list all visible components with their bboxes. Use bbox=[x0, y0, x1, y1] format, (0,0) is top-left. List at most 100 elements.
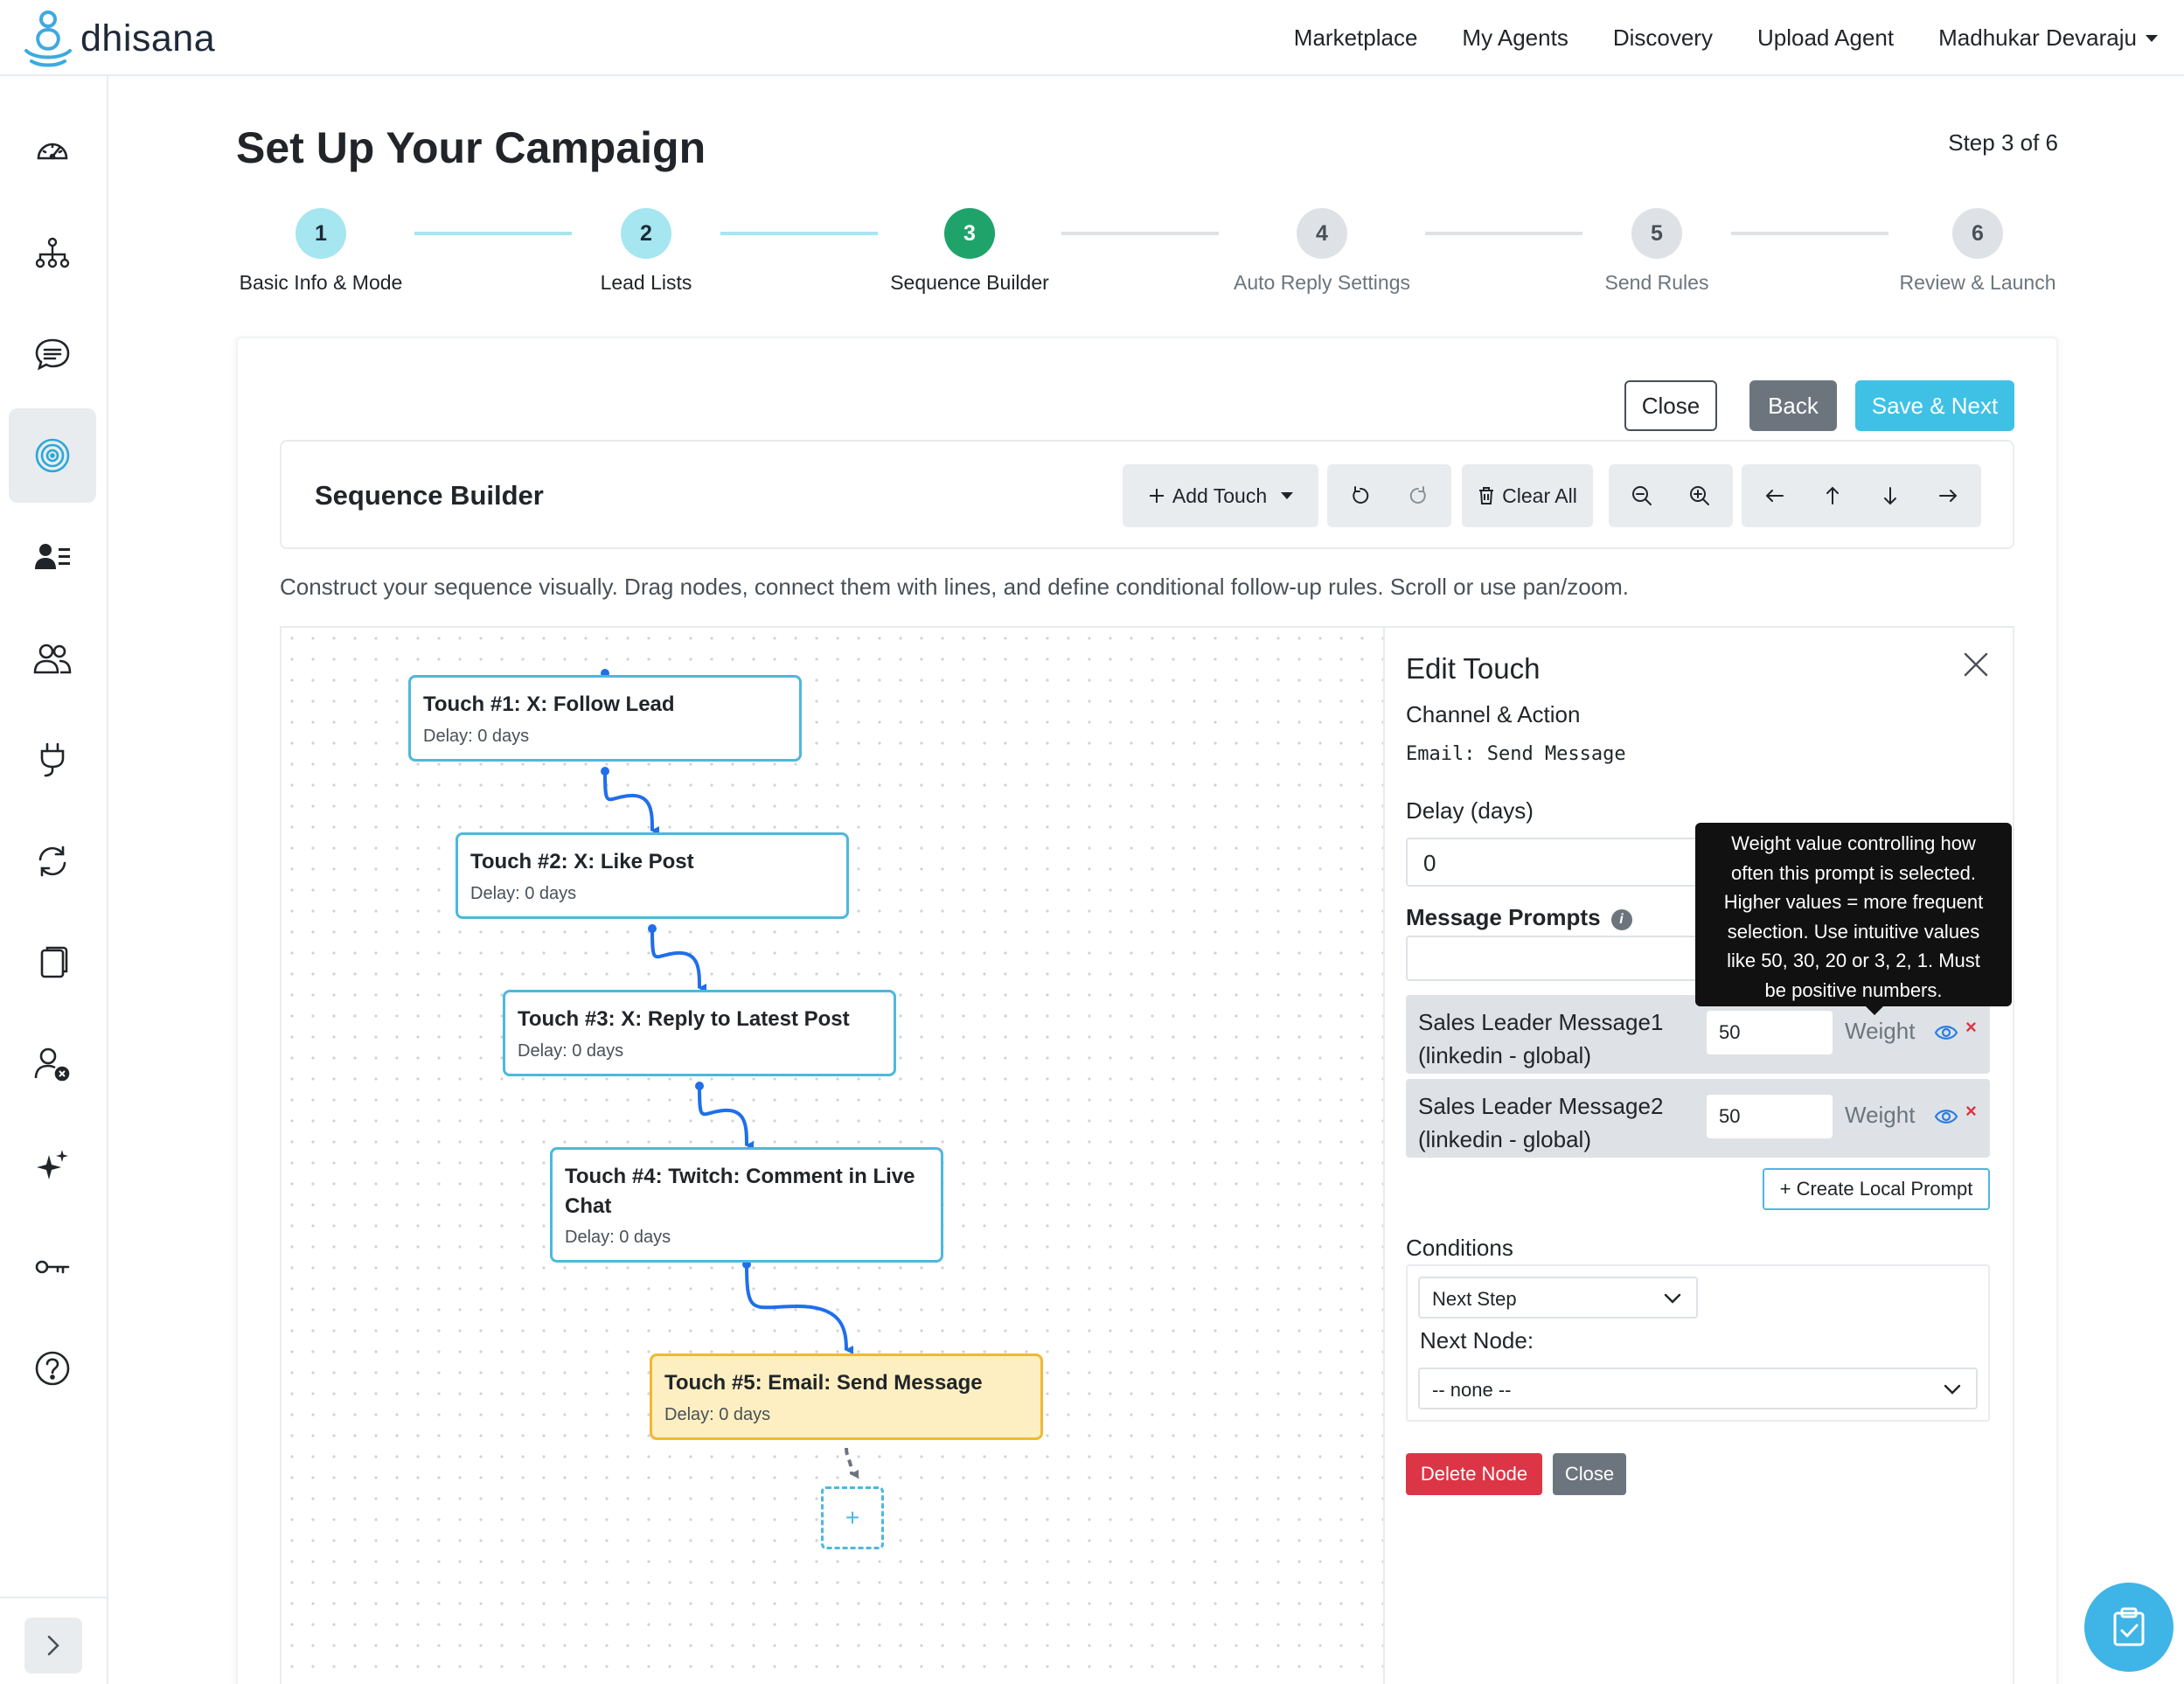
sequence-node-5[interactable]: Touch #5: Email: Send Message Delay: 0 d… bbox=[650, 1353, 1043, 1440]
remove-prompt-icon[interactable]: × bbox=[1965, 1016, 1977, 1039]
sidebar-item-messages[interactable] bbox=[9, 307, 96, 401]
eye-icon[interactable] bbox=[1934, 1023, 1958, 1042]
step-lead-lists[interactable]: 2 Lead Lists bbox=[581, 208, 712, 295]
sidebar-item-hierarchy[interactable] bbox=[9, 205, 96, 300]
step-label: Sequence Builder bbox=[890, 271, 1049, 294]
edge-2-3 bbox=[650, 928, 707, 992]
delete-node-button[interactable]: Delete Node bbox=[1406, 1453, 1542, 1495]
edge-4-5 bbox=[745, 1263, 854, 1354]
prompt-scope-line: (linkedin - global) bbox=[1418, 1126, 1591, 1152]
close-panel-button[interactable]: Close bbox=[1553, 1453, 1626, 1495]
step-connector bbox=[1731, 232, 1888, 235]
add-touch-button[interactable]: Add Touch bbox=[1123, 464, 1318, 527]
step-number: 1 bbox=[296, 208, 346, 259]
add-touch-label: Add Touch bbox=[1172, 484, 1268, 507]
caret-down-icon bbox=[2146, 34, 2158, 42]
plug-icon bbox=[40, 742, 65, 777]
sidebar-item-contacts[interactable] bbox=[9, 611, 96, 706]
arrow-right-icon bbox=[1939, 490, 1958, 502]
step-label: Send Rules bbox=[1604, 271, 1709, 294]
sidebar-item-api-keys[interactable] bbox=[9, 1220, 96, 1314]
step-connector bbox=[414, 232, 572, 235]
add-node-button[interactable]: + bbox=[821, 1486, 884, 1549]
back-button[interactable]: Back bbox=[1749, 380, 1837, 431]
sequence-builder-title: Sequence Builder bbox=[315, 480, 544, 511]
message-prompts-label: Message Prompts bbox=[1406, 904, 1601, 930]
sidebar-item-templates[interactable] bbox=[9, 915, 96, 1010]
chevron-down-icon bbox=[1944, 1384, 1961, 1395]
weight-tooltip: Weight value controlling how often this … bbox=[1695, 823, 2012, 1006]
caret-down-icon bbox=[1281, 492, 1294, 499]
undo-button[interactable] bbox=[1332, 464, 1389, 527]
node-title: Touch #4: Twitch: Comment in Live Chat bbox=[565, 1165, 915, 1218]
prompt-weight-input[interactable]: 50 bbox=[1707, 1011, 1833, 1054]
sidebar-item-blocklist[interactable] bbox=[9, 1017, 96, 1111]
sync-icon bbox=[38, 845, 66, 877]
sequence-node-4[interactable]: Touch #4: Twitch: Comment in Live Chat D… bbox=[550, 1147, 943, 1263]
step-review-launch[interactable]: 6 Review & Launch bbox=[1897, 208, 2058, 295]
clipboard-fab-button[interactable] bbox=[2084, 1583, 2174, 1672]
sequence-node-3[interactable]: Touch #3: X: Reply to Latest Post Delay:… bbox=[503, 990, 896, 1076]
channel-action-value: Email: Send Message bbox=[1406, 743, 1626, 765]
eye-icon[interactable] bbox=[1934, 1107, 1958, 1126]
step-auto-reply[interactable]: 4 Auto Reply Settings bbox=[1228, 208, 1416, 295]
nav-link-upload-agent[interactable]: Upload Agent bbox=[1757, 24, 1894, 52]
step-send-rules[interactable]: 5 Send Rules bbox=[1591, 208, 1722, 295]
create-local-prompt-button[interactable]: + Create Local Prompt bbox=[1763, 1168, 1990, 1210]
nav-link-discovery[interactable]: Discovery bbox=[1613, 24, 1713, 52]
brand-logo[interactable]: dhisana bbox=[23, 9, 215, 68]
sidebar-item-help[interactable] bbox=[9, 1321, 96, 1416]
node-title: Touch #2: X: Like Post bbox=[470, 850, 694, 873]
top-nav-links: Marketplace My Agents Discovery Upload A… bbox=[1294, 0, 2158, 76]
sidebar-item-lead-lists[interactable] bbox=[9, 510, 96, 604]
nav-link-marketplace[interactable]: Marketplace bbox=[1294, 24, 1418, 52]
step-connector bbox=[1061, 232, 1219, 235]
user-menu[interactable]: Madhukar Devaraju bbox=[1938, 24, 2158, 52]
plus-icon bbox=[1149, 489, 1164, 503]
prompt-weight-input[interactable]: 50 bbox=[1707, 1095, 1833, 1138]
nav-link-my-agents[interactable]: My Agents bbox=[1462, 24, 1568, 52]
zoom-out-button[interactable] bbox=[1613, 464, 1671, 527]
people-icon bbox=[33, 644, 72, 674]
step-number: 3 bbox=[944, 208, 995, 259]
clipboard-check-icon bbox=[2113, 1607, 2145, 1646]
close-button[interactable]: Close bbox=[1624, 380, 1717, 431]
step-number: 4 bbox=[1297, 208, 1347, 259]
clear-all-label: Clear All bbox=[1502, 484, 1577, 507]
expand-sidebar-button[interactable] bbox=[24, 1618, 82, 1674]
clear-all-button[interactable]: Clear All bbox=[1462, 464, 1593, 527]
step-connector bbox=[1425, 232, 1582, 235]
node-delay: Delay: 0 days bbox=[664, 1404, 771, 1424]
step-sequence-builder[interactable]: 3 Sequence Builder bbox=[887, 208, 1053, 295]
sidebar-item-ai[interactable] bbox=[9, 1118, 96, 1213]
sidebar-item-sync[interactable] bbox=[9, 814, 96, 908]
pan-down-button[interactable] bbox=[1861, 464, 1919, 527]
prompt-row: Sales Leader Message2 (linkedin - global… bbox=[1406, 1079, 1990, 1158]
save-next-button[interactable]: Save & Next bbox=[1855, 380, 2014, 431]
history-group bbox=[1327, 464, 1451, 527]
weight-label: Weight bbox=[1845, 1102, 1916, 1128]
pan-right-button[interactable] bbox=[1919, 464, 1977, 527]
node-delay: Delay: 0 days bbox=[423, 726, 530, 746]
sequence-node-2[interactable]: Touch #2: X: Like Post Delay: 0 days bbox=[456, 832, 849, 919]
close-icon[interactable] bbox=[1960, 649, 1992, 680]
next-node-select[interactable]: -- none -- bbox=[1418, 1367, 1978, 1409]
edit-touch-panel: Edit Touch Channel & Action Email: Send … bbox=[1383, 626, 2014, 1684]
sequence-node-1[interactable]: Touch #1: X: Follow Lead Delay: 0 days bbox=[408, 675, 802, 762]
sequence-canvas[interactable]: Touch #1: X: Follow Lead Delay: 0 days T… bbox=[280, 626, 1383, 1684]
step-basic-info[interactable]: 1 Basic Info & Mode bbox=[236, 208, 406, 295]
redo-icon bbox=[1409, 486, 1426, 504]
sidebar-item-integrations[interactable] bbox=[9, 713, 96, 807]
pan-left-button[interactable] bbox=[1746, 464, 1804, 527]
remove-prompt-icon[interactable]: × bbox=[1965, 1100, 1977, 1123]
zoom-in-button[interactable] bbox=[1671, 464, 1728, 527]
tooltip-line: Weight value controlling how bbox=[1731, 832, 1976, 854]
condition-type-select[interactable]: Next Step bbox=[1418, 1277, 1698, 1319]
info-icon[interactable]: i bbox=[1610, 909, 1632, 930]
sidebar-item-campaigns[interactable] bbox=[9, 408, 96, 503]
prompt-name: Sales Leader Message1 (linkedin - global… bbox=[1418, 1006, 1663, 1072]
tooltip-line: selection. Use intuitive values bbox=[1727, 920, 1980, 943]
sidebar-item-dashboard[interactable] bbox=[9, 104, 96, 198]
pan-up-button[interactable] bbox=[1804, 464, 1861, 527]
redo-button[interactable] bbox=[1389, 464, 1447, 527]
